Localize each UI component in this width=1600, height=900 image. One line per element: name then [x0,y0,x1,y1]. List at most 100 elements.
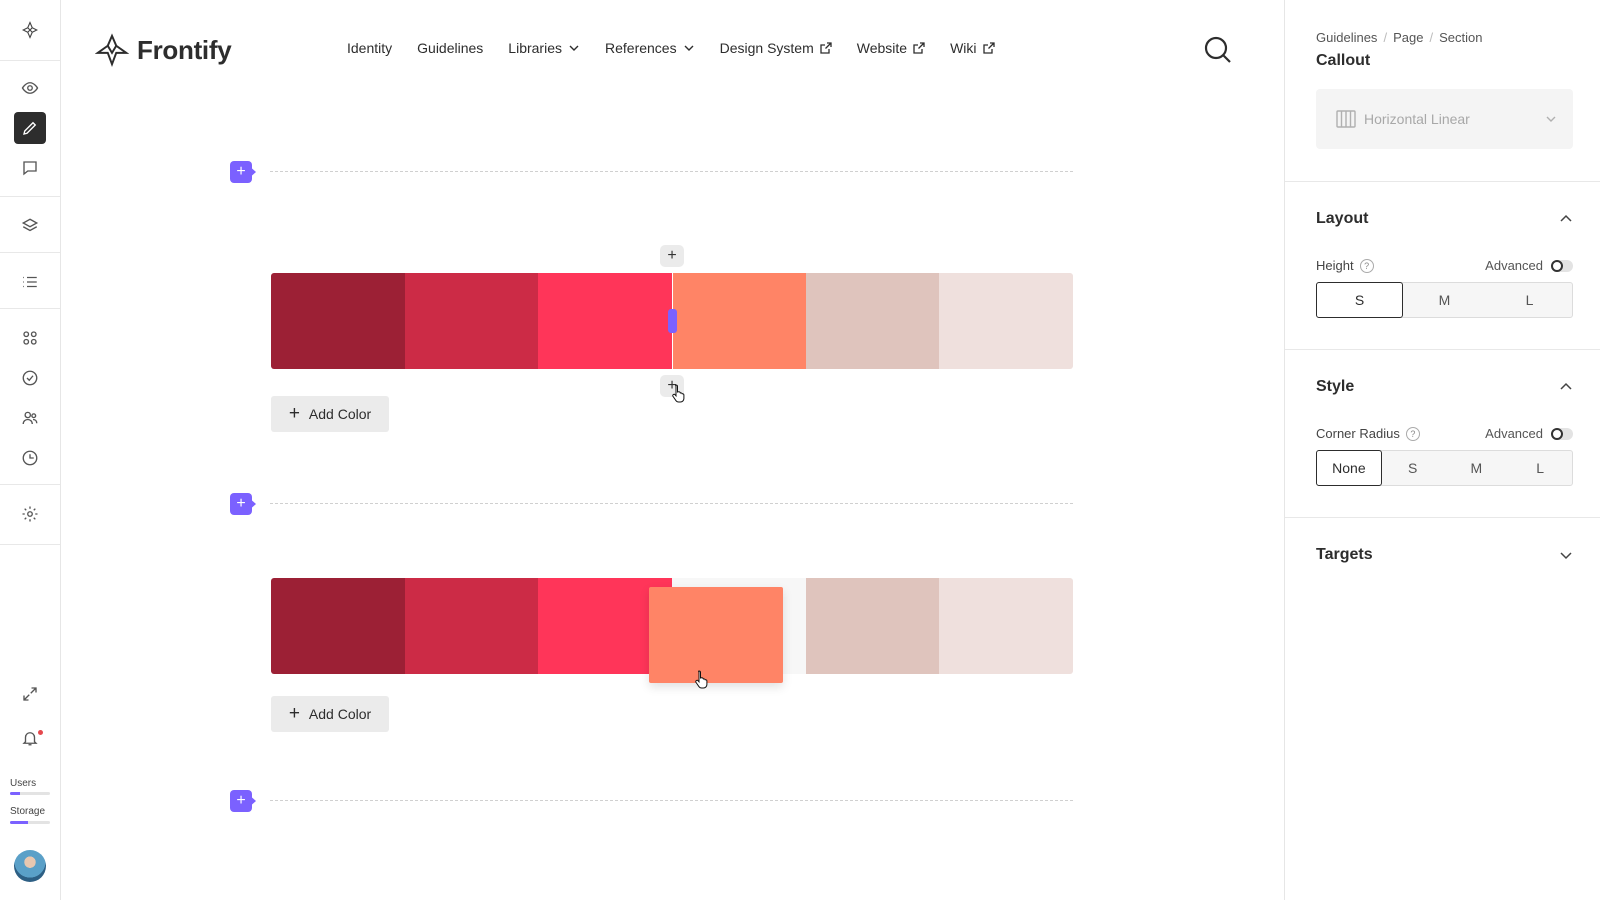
nav-item-label: Guidelines [417,40,484,56]
list-icon[interactable] [14,266,46,298]
nav-item-label: Website [856,40,908,56]
style-option-none[interactable]: None [1316,450,1382,486]
external-link-icon [820,42,832,54]
chevron-up-icon [1560,214,1572,222]
layout-option-m[interactable]: M [1402,283,1487,317]
style-option-l[interactable]: L [1508,451,1572,485]
layers-icon[interactable] [14,210,46,242]
style-section-header[interactable]: Style [1316,378,1573,396]
plus-icon: + [288,702,300,724]
targets-heading: Targets [1316,546,1373,563]
users-icon[interactable] [14,402,46,434]
add-color-label: Add Color [308,406,372,422]
usage-storage-meter [10,821,50,824]
rail-divider [0,196,60,197]
corner-radius-label: Corner Radius [1316,426,1400,441]
frontify-mark-icon[interactable] [14,14,46,46]
height-advanced-toggle[interactable] [1551,259,1573,272]
radius-advanced-label: Advanced [1485,426,1543,441]
hand-cursor-icon [672,384,685,403]
layout-section-header[interactable]: Layout [1316,210,1573,228]
check-circle-icon[interactable] [14,362,46,394]
frontify-logo-icon [95,33,129,67]
color-swatch[interactable] [672,273,806,369]
add-color-button[interactable]: + Add Color [271,696,389,732]
gear-icon[interactable] [14,498,46,530]
panel-divider [1285,517,1600,518]
color-swatch[interactable] [538,273,673,369]
nav-item-website[interactable]: Website [857,40,925,56]
color-swatch[interactable] [404,578,539,674]
style-option-s[interactable]: S [1381,451,1445,485]
color-swatch[interactable] [404,273,539,369]
chevron-down-icon [1560,552,1572,560]
add-block-button[interactable]: + [230,790,258,812]
usage-users-meter [10,792,50,795]
brand-logo[interactable]: Frontify [95,33,232,67]
nav-item-guidelines[interactable]: Guidelines [417,40,483,56]
add-color-label: Add Color [308,706,372,722]
color-swatch[interactable] [805,273,940,369]
nav-item-references[interactable]: References [605,40,695,56]
usage-storage-fill [10,821,28,824]
usage-users-fill [10,792,20,795]
breadcrumb-guidelines[interactable]: Guidelines [1316,30,1377,45]
block-drop-line [270,503,1073,504]
breadcrumb: Guidelines / Page / Section [1316,30,1483,45]
add-block-button[interactable]: + [230,161,258,183]
height-segmented-control: SML [1316,282,1573,318]
bell-icon[interactable] [14,722,46,754]
nav-item-label: Wiki [950,40,977,56]
breadcrumb-section[interactable]: Section [1439,30,1482,45]
nav-item-libraries[interactable]: Libraries [508,40,580,56]
comment-icon[interactable] [14,152,46,184]
nav-item-design-system[interactable]: Design System [720,40,832,56]
nav-item-identity[interactable]: Identity [347,40,392,56]
expand-icon[interactable] [14,678,46,710]
style-option-m[interactable]: M [1445,451,1509,485]
usage-storage-label: Storage [10,806,46,817]
rail-divider [0,544,60,545]
brand-name: Frontify [137,34,232,65]
rail-divider [0,484,60,485]
layout-option-s[interactable]: S [1316,282,1403,318]
color-swatch[interactable] [805,578,940,674]
eye-icon[interactable] [14,72,46,104]
targets-section-header[interactable]: Targets [1316,546,1573,564]
block-drop-line [270,171,1073,172]
chevron-down-icon [1546,116,1556,122]
color-swatch[interactable] [939,273,1073,369]
dragged-color-swatch[interactable] [649,587,783,683]
variant-select-value: Horizontal Linear [1364,111,1470,127]
rail-divider [0,252,60,253]
radius-advanced-toggle[interactable] [1551,427,1573,440]
add-block-button[interactable]: + [230,493,258,515]
style-heading: Style [1316,378,1355,395]
chevron-down-icon [683,42,695,54]
top-nav: Identity Guidelines Libraries References Des… [347,40,995,56]
color-swatch[interactable] [271,578,405,674]
color-swatch[interactable] [271,273,405,369]
color-swatch[interactable] [939,578,1073,674]
left-rail: Users Storage [0,0,61,900]
grab-cursor-icon [695,670,708,689]
nav-item-label: Design System [719,40,814,56]
panel-divider [1285,181,1600,182]
insert-color-top-button[interactable]: + [660,245,684,267]
avatar[interactable] [14,850,46,882]
plus-icon: + [288,402,300,424]
search-icon[interactable] [1203,35,1233,65]
help-icon[interactable]: ? [1405,426,1420,441]
clock-icon[interactable] [14,442,46,474]
layout-option-l[interactable]: L [1487,283,1572,317]
help-icon[interactable]: ? [1359,258,1374,273]
nav-item-label: Libraries [508,40,562,56]
pencil-icon[interactable] [14,112,46,144]
add-color-button[interactable]: + Add Color [271,396,389,432]
breadcrumb-page[interactable]: Page [1393,30,1423,45]
rail-divider [0,308,60,309]
grid-icon[interactable] [14,322,46,354]
variant-select[interactable]: Horizontal Linear [1316,89,1573,149]
nav-item-wiki[interactable]: Wiki [950,40,995,56]
resize-handle[interactable] [668,309,677,333]
